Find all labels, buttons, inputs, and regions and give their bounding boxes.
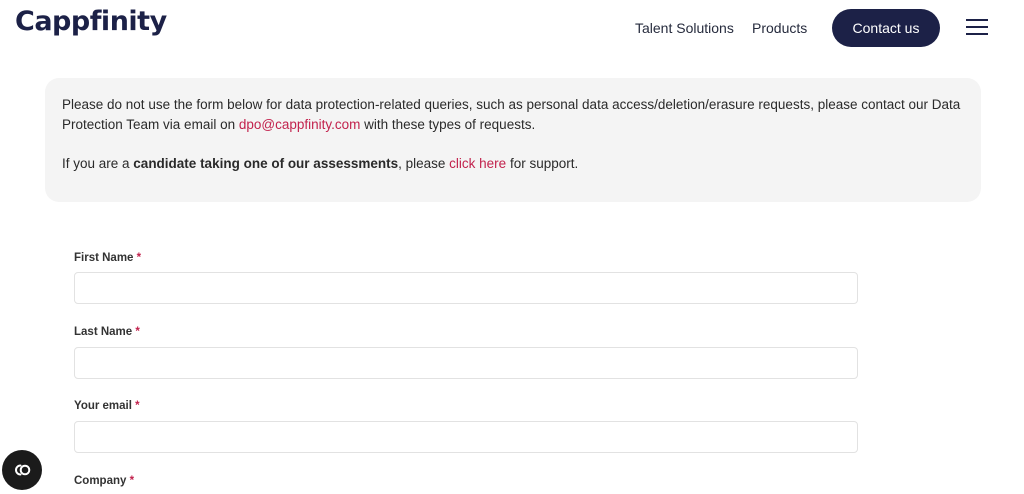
notice-candidate: If you are a candidate taking one of our… [62,156,579,171]
dpo-email-link[interactable]: dpo@cappfinity.com [239,117,361,132]
notice-data-protection: Please do not use the form below for dat… [62,97,961,132]
last-name-input[interactable] [74,347,858,379]
logo[interactable]: Cappfinity [15,6,167,37]
hamburger-icon[interactable] [966,17,992,37]
site-header: Cappfinity Talent Solutions Products Con… [0,0,1024,56]
email-label: Your email * [74,400,140,412]
email-input[interactable] [74,421,858,453]
cookie-preferences-icon[interactable] [2,450,42,490]
candidate-emphasis: candidate taking one of our assessments [133,156,399,171]
notice-box: Please do not use the form below for dat… [45,78,981,202]
first-name-input[interactable] [74,272,858,304]
support-link[interactable]: click here [449,156,506,171]
company-label: Company * [74,475,135,487]
nav-talent-solutions[interactable]: Talent Solutions [635,20,734,36]
nav-products[interactable]: Products [752,20,807,36]
contact-us-button[interactable]: Contact us [832,9,940,47]
first-name-label: First Name * [74,252,142,264]
last-name-label: Last Name * [74,326,140,338]
